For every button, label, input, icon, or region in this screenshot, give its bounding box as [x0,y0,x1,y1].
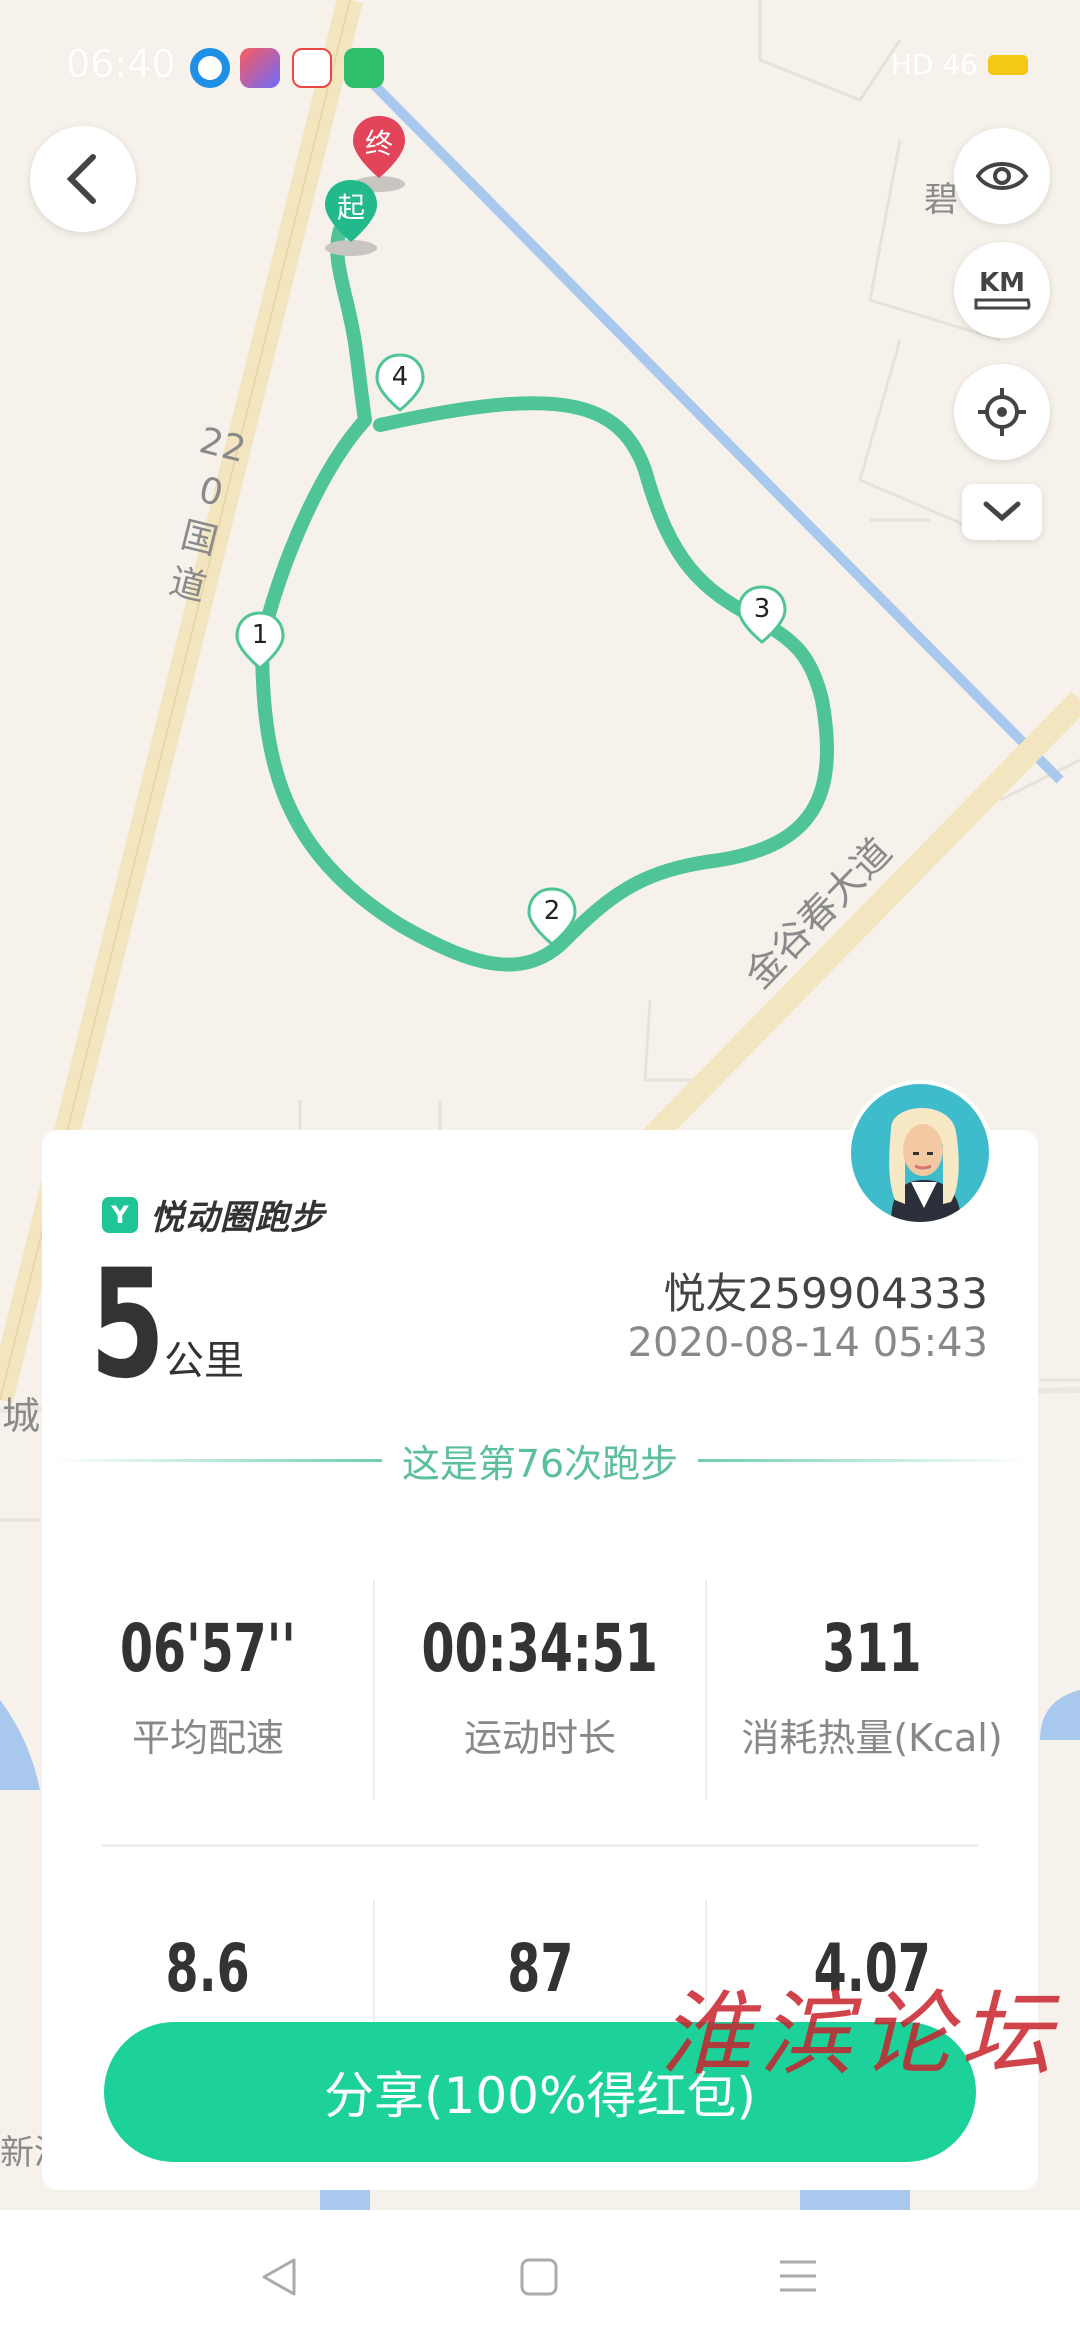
back-button[interactable] [30,126,136,232]
chevron-left-icon [66,154,96,204]
lap-marker-4: 4 [374,352,426,414]
stat-value: 00:34:51 [421,1610,659,1687]
ruler-icon [974,298,1031,310]
distance-value: 5 [90,1238,166,1412]
nav-home-icon[interactable] [518,2256,560,2298]
divider-left [52,1458,382,1462]
battery-icon [988,54,1028,75]
signal-text: HD 46 [890,48,978,81]
stat-value: 87 [506,1930,574,2007]
run-datetime: 2020-08-14 05:43 [627,1320,988,1366]
screen: 220国道 金谷春大道 城 新淮 碧 终 起 1 2 3 4 06:40 HD … [0,0,1080,2340]
collapse-controls-button[interactable] [962,484,1042,540]
stat-extra-2: 87 [374,1930,706,2007]
stat-value: 311 [822,1610,922,1687]
lap-marker-1: 1 [234,610,286,672]
brand-logo-icon: Y [102,1196,138,1233]
stat-calories: 311 消耗热量(Kcal) [706,1610,1038,1762]
km-marker-button[interactable]: KM [954,242,1050,338]
app-notification-icon [240,48,280,88]
system-nav-bar [0,2210,1080,2340]
shield-icon [344,48,384,88]
map-label-bi: 碧 [924,180,958,220]
stat-value: 06'57'' [120,1610,296,1687]
locate-button[interactable] [954,364,1050,460]
run-count-text: 这是第76次跑步 [401,1441,679,1486]
km-icon-label: KM [978,268,1026,298]
stats-row-primary: 06'57'' 平均配速 00:34:51 运动时长 311 消耗热量(Kcal… [42,1610,1038,1762]
column-divider [705,1580,707,1800]
chevron-down-icon [983,501,1021,522]
app-notification-icon [292,48,332,88]
status-time: 06:40 [66,42,176,86]
brand: Y 悦动圈跑步 [102,1190,325,1239]
stat-value: 8.6 [165,1930,251,2007]
column-divider [373,1580,375,1800]
crosshair-icon [978,388,1026,436]
map-label-cheng: 城 [2,1394,41,1438]
stat-avg-pace: 06'57'' 平均配速 [42,1610,374,1762]
run-count-row: 这是第76次跑步 [52,1430,1029,1490]
avatar[interactable] [847,1080,993,1226]
forum-watermark: 淮滨论坛 [660,1981,1061,2088]
status-indicators: HD 46 [891,48,1028,81]
nav-back-icon[interactable] [256,2254,302,2300]
nav-menu-icon[interactable] [776,2256,820,2296]
username: 悦友259904333 [663,1269,989,1318]
status-bar: 06:40 HD 46 [0,0,1080,130]
row-divider [102,1844,978,1847]
app-notification-icon [190,48,230,88]
eye-icon [975,162,1029,190]
stat-label: 运动时长 [463,1716,616,1760]
visibility-button[interactable] [954,128,1050,224]
stat-duration: 00:34:51 运动时长 [374,1610,706,1762]
divider-right [698,1458,1029,1462]
lap-marker-3: 3 [736,584,788,646]
lap-marker-2: 2 [526,886,578,948]
stat-label: 平均配速 [131,1716,284,1760]
distance-unit: 公里 [164,1338,244,1384]
brand-name: 悦动圈跑步 [150,1198,325,1238]
stat-label: 消耗热量(Kcal) [741,1716,1003,1760]
stat-extra-1: 8.6 [42,1930,374,2007]
start-marker: 起 [322,176,380,256]
